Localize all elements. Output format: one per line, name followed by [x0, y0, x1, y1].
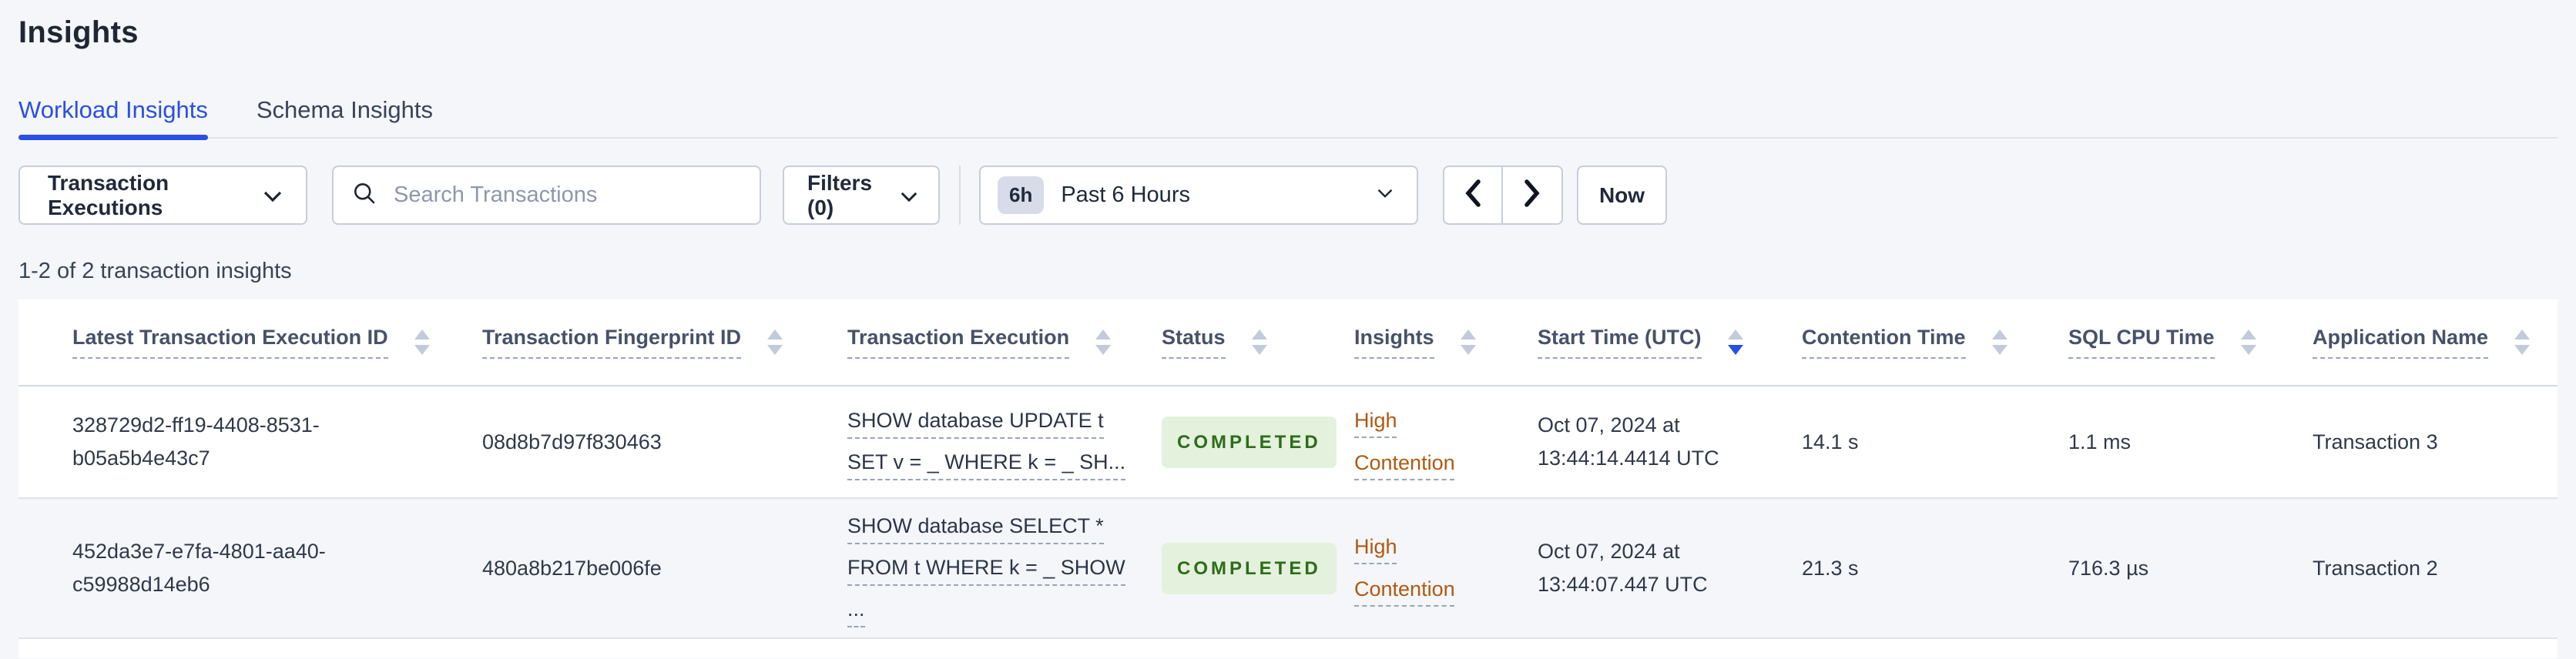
transaction-statement-link[interactable]: SHOW database SELECT * [847, 510, 1104, 544]
transaction-statement-link[interactable]: SHOW database UPDATE t [847, 404, 1104, 439]
insights-page: Insights Workload Insights Schema Insigh… [0, 0, 2576, 658]
filters-dropdown[interactable]: Filters (0) [783, 166, 940, 225]
transaction-execution-cell: SHOW database UPDATE t SET v = _ WHERE k… [793, 386, 1126, 499]
high-contention-link[interactable]: High Contention [1354, 409, 1455, 474]
chevron-right-icon [1524, 179, 1541, 212]
table-row: 452da3e7-e7fa-4801-aa40- c59988d14eb6 48… [18, 498, 2558, 639]
tab-bar: Workload Insights Schema Insights [18, 95, 2558, 140]
status-cell: COMPLETED [1108, 386, 1337, 499]
next-time-button[interactable] [1503, 167, 1561, 223]
insights-table: Latest Transaction Execution ID Transact… [18, 299, 2558, 639]
sort-icon[interactable] [1251, 330, 1267, 355]
sql-cpu-time-cell: 1.1 ms [2014, 386, 2259, 499]
toolbar: Transaction Executions Filters (0) 6h Pa… [18, 166, 2558, 225]
sort-icon[interactable] [767, 330, 783, 355]
tab-schema-insights[interactable]: Schema Insights [257, 95, 433, 137]
search-box[interactable] [332, 166, 761, 225]
time-shortcut-badge: 6h [998, 176, 1045, 214]
sort-icon[interactable] [1460, 330, 1476, 355]
column-header-start-time[interactable]: Start Time (UTC) [1484, 299, 1748, 386]
previous-time-button[interactable] [1444, 167, 1503, 223]
latest-execution-id-cell: 452da3e7-e7fa-4801-aa40- c59988d14eb6 [18, 498, 428, 639]
application-name-cell: Transaction 2 [2259, 498, 2558, 639]
contention-time-cell: 14.1 s [1748, 386, 2014, 499]
sort-icon[interactable] [2514, 330, 2531, 355]
transaction-statement-link[interactable]: FROM t WHERE k = _ SHOW [847, 551, 1125, 586]
search-input[interactable] [392, 182, 743, 209]
search-icon [351, 179, 392, 211]
transaction-statement-link[interactable]: SET v = _ WHERE k = _ SH... [847, 446, 1126, 480]
application-name-cell: Transaction 3 [2259, 386, 2558, 499]
sort-icon-descending-active[interactable] [1727, 330, 1743, 355]
now-button[interactable]: Now [1577, 166, 1667, 225]
column-header-application-name[interactable]: Application Name [2259, 299, 2558, 386]
column-header-latest-execution-id[interactable]: Latest Transaction Execution ID [18, 299, 430, 386]
execution-type-label: Transaction Executions [48, 170, 169, 219]
column-header-fingerprint-id[interactable]: Transaction Fingerprint ID [428, 299, 793, 386]
high-contention-link[interactable]: High Contention [1354, 535, 1455, 600]
table-row: 328729d2-ff19-4408-8531- b05a5b4e43c7 08… [18, 386, 2558, 499]
time-range-label: Past 6 Hours [1061, 182, 1190, 207]
tab-workload-insights[interactable]: Workload Insights [18, 95, 208, 140]
column-header-insights[interactable]: Insights [1300, 299, 1484, 386]
sort-icon[interactable] [2240, 330, 2256, 355]
sql-cpu-time-cell: 716.3 µs [2014, 498, 2259, 639]
now-label: Now [1598, 182, 1645, 207]
sort-icon[interactable] [1991, 330, 2007, 355]
transaction-statement-link[interactable]: ... [847, 593, 865, 627]
filters-label: Filters (0) [807, 170, 873, 219]
time-range-picker[interactable]: 6h Past 6 Hours [979, 166, 1418, 225]
time-step-buttons [1443, 166, 1563, 225]
transaction-execution-cell: SHOW database SELECT * FROM t WHERE k = … [793, 498, 1125, 639]
chevron-down-icon [263, 183, 283, 208]
start-time-cell: Oct 07, 2024 at 13:44:14.4414 UTC [1484, 386, 1748, 499]
page-title: Insights [18, 15, 139, 49]
status-badge: COMPLETED [1162, 416, 1337, 468]
latest-execution-id-cell: 328729d2-ff19-4408-8531- b05a5b4e43c7 [18, 386, 428, 499]
results-count: 1-2 of 2 transaction insights [18, 259, 292, 283]
fingerprint-id-cell: 08d8b7d97f830463 [428, 386, 793, 499]
contention-time-cell: 21.3 s [1748, 498, 2014, 639]
chevron-left-icon [1464, 179, 1481, 212]
start-time-cell: Oct 07, 2024 at 13:44:07.447 UTC [1484, 498, 1748, 639]
chevron-down-icon [1377, 188, 1394, 202]
column-header-transaction-execution[interactable]: Transaction Execution [793, 299, 1112, 386]
insights-table-card: Latest Transaction Execution ID Transact… [18, 299, 2558, 658]
status-badge: COMPLETED [1162, 542, 1337, 594]
sort-icon[interactable] [1095, 330, 1112, 355]
fingerprint-id-cell: 480a8b217be006fe [428, 498, 793, 639]
column-header-sql-cpu-time[interactable]: SQL CPU Time [2014, 299, 2259, 386]
column-header-status[interactable]: Status [1108, 299, 1300, 386]
chevron-down-icon [900, 183, 918, 208]
toolbar-divider [959, 166, 961, 225]
column-header-contention-time[interactable]: Contention Time [1748, 299, 2014, 386]
sort-icon[interactable] [414, 330, 430, 355]
table-header-row: Latest Transaction Execution ID Transact… [18, 299, 2558, 386]
execution-type-dropdown[interactable]: Transaction Executions [18, 166, 307, 225]
status-cell: COMPLETED [1108, 498, 1337, 639]
